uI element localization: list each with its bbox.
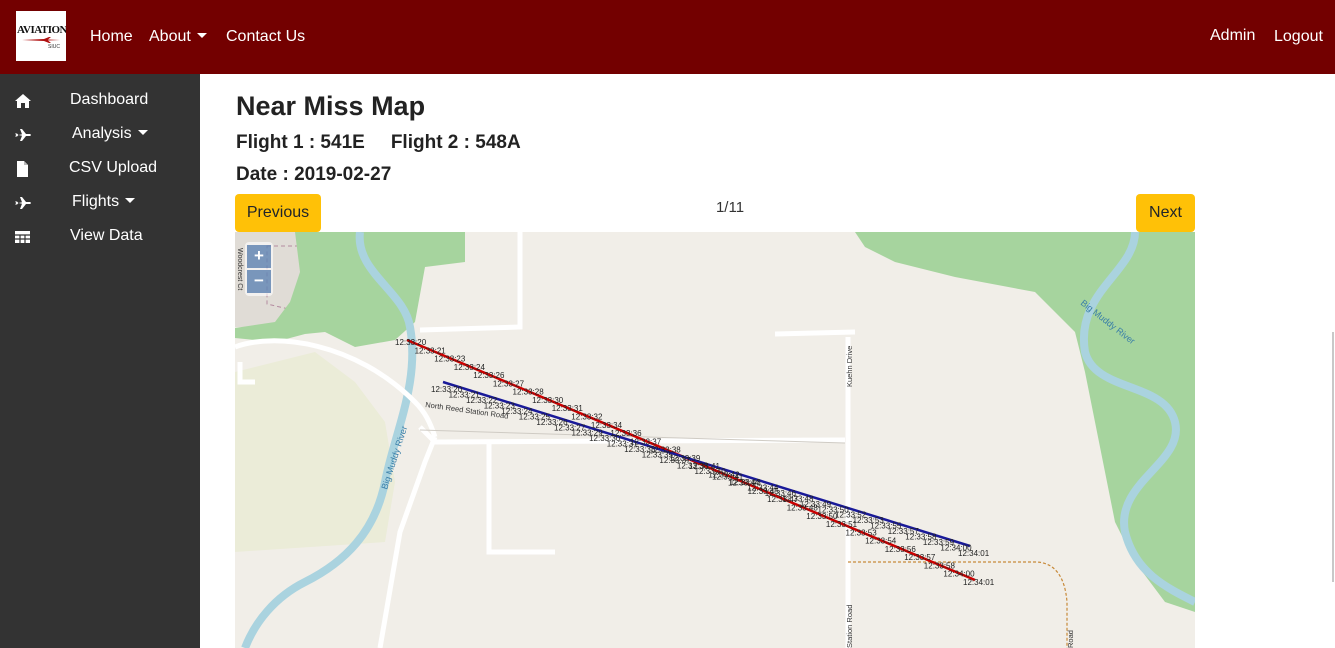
chevron-down-icon xyxy=(137,130,148,135)
sidebar-item-view-data[interactable]: View Data xyxy=(0,222,200,252)
nav-about[interactable]: About xyxy=(149,27,207,47)
sidebar-item-label: Analysis xyxy=(72,125,148,143)
zoom-out-button[interactable]: − xyxy=(247,270,271,293)
sidebar-flights-text: Flights xyxy=(72,193,120,210)
flight2-time-label: 12:34:01 xyxy=(958,549,990,558)
logo-plane-icon xyxy=(22,37,60,43)
map-canvas[interactable]: North Reed Station Road Kuehn Drive Wood… xyxy=(235,232,1195,648)
logo-text: AVIATION xyxy=(17,24,66,36)
page-indicator: 1/11 xyxy=(715,199,745,216)
flight-ids: Flight 1 : 541E Flight 2 : 548A xyxy=(236,132,521,154)
chevron-down-icon xyxy=(196,33,207,38)
chevron-down-icon xyxy=(125,198,136,203)
sidebar-item-flights[interactable]: Flights xyxy=(0,188,200,218)
sidebar-item-dashboard[interactable]: Dashboard xyxy=(0,86,200,116)
flight-date: Date : 2019-02-27 xyxy=(236,164,392,185)
map-road-label: Kuehn Drive xyxy=(845,346,854,387)
flight-2-label: Flight 2 : 548A xyxy=(390,132,521,153)
map-road-label: Station Road xyxy=(845,605,854,648)
table-icon xyxy=(15,231,30,243)
file-icon xyxy=(17,161,28,177)
plane-icon xyxy=(15,129,31,141)
near-miss-map[interactable]: North Reed Station Road Kuehn Drive Wood… xyxy=(235,232,1195,648)
home-icon xyxy=(15,94,31,108)
sidebar: Dashboard Analysis CSV Upload Flights Vi… xyxy=(0,74,200,648)
nav-contact[interactable]: Contact Us xyxy=(226,27,305,47)
previous-button[interactable]: Previous xyxy=(235,194,321,232)
map-road-label: Woodcrest Ct xyxy=(236,248,243,290)
map-road-label: Road xyxy=(1066,630,1075,648)
sidebar-item-label: CSV Upload xyxy=(69,159,158,176)
nav-admin[interactable]: Admin xyxy=(1210,26,1255,46)
flight-1-label: Flight 1 : 541E xyxy=(236,132,365,153)
sidebar-item-label: View Data xyxy=(70,227,143,244)
top-navbar: AVIATION SIUC Home About Contact Us Admi… xyxy=(0,0,1335,74)
flight1-time-label: 12:34:01 xyxy=(963,578,995,587)
next-button[interactable]: Next xyxy=(1136,194,1195,232)
sidebar-item-label: Dashboard xyxy=(70,91,149,108)
sidebar-analysis-text: Analysis xyxy=(72,125,132,142)
aviation-logo[interactable]: AVIATION SIUC xyxy=(16,11,66,61)
page-title: Near Miss Map xyxy=(236,91,426,121)
scrollbar-thumb[interactable] xyxy=(1332,332,1334,582)
logo-subtext: SIUC xyxy=(48,44,60,50)
plane-icon xyxy=(15,197,31,209)
nav-about-label: About xyxy=(149,28,191,45)
zoom-in-button[interactable]: + xyxy=(247,245,271,268)
nav-logout[interactable]: Logout xyxy=(1274,27,1323,47)
sidebar-item-csv-upload[interactable]: CSV Upload xyxy=(0,154,200,184)
nav-home[interactable]: Home xyxy=(90,27,133,47)
flight-2-time-labels: 12:33:2012:33:2112:33:2212:33:2312:33:24… xyxy=(431,385,990,558)
sidebar-item-analysis[interactable]: Analysis xyxy=(0,120,200,150)
map-zoom-control: + − xyxy=(245,242,273,296)
sidebar-item-label: Flights xyxy=(72,193,136,211)
